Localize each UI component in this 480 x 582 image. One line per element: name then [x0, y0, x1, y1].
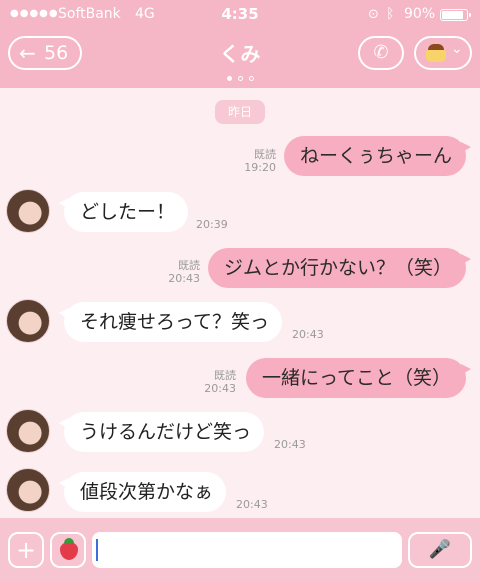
read-receipt: 既読: [254, 148, 276, 161]
read-receipt: 既読: [178, 259, 200, 272]
battery-percent: 90%: [404, 6, 436, 22]
avatar[interactable]: [6, 189, 50, 233]
message-bubble-received[interactable]: うけるんだけど笑っ: [59, 412, 264, 452]
message-bubble-received[interactable]: 値段次第かなぁ: [59, 472, 226, 512]
phone-icon: ✆: [373, 42, 389, 63]
avatar[interactable]: [6, 409, 50, 453]
chat-title: くみ: [219, 42, 261, 66]
read-receipt: 既読: [214, 369, 236, 382]
message-meta: 既読 20:43: [162, 259, 200, 285]
chat-area[interactable]: 昨日 既読 19:20 ねーくぅちゃーん どしたー！ 20:39 既読 20:4…: [0, 88, 480, 518]
plus-icon: +: [15, 536, 37, 564]
pudding-icon: [425, 44, 447, 64]
chevron-down-icon: ⌄: [451, 41, 463, 57]
message-bubble-sent[interactable]: ねーくぅちゃーん: [284, 136, 471, 176]
call-button[interactable]: ✆: [358, 36, 404, 70]
message-meta: 既読 20:43: [198, 369, 236, 395]
text-cursor: [96, 539, 98, 561]
message-time: 20:43: [274, 438, 306, 451]
microphone-icon: 🎤: [428, 539, 452, 560]
message-time: 20:43: [236, 498, 268, 511]
page-dot: [226, 76, 232, 81]
avatar[interactable]: [6, 299, 50, 343]
message-time: 20:39: [196, 218, 228, 231]
avatar[interactable]: [6, 468, 50, 512]
battery-icon: [440, 9, 471, 21]
message-bubble-received[interactable]: それ痩せろって？笑っ: [59, 302, 282, 342]
message-time: 20:43: [168, 272, 200, 285]
status-bar: ●●●●● SoftBank 4G 4:35 ⊙ ᛒ 90%: [0, 0, 480, 30]
message-bubble-sent[interactable]: ジムとか行かない？（笑）: [208, 248, 471, 288]
sticker-button[interactable]: [50, 532, 86, 568]
message-time: 20:43: [204, 382, 236, 395]
voice-message-button[interactable]: 🎤: [408, 532, 472, 568]
page-indicator: [0, 66, 480, 85]
message-time: 19:20: [244, 161, 276, 174]
date-separator: 昨日: [215, 100, 265, 124]
message-time: 20:43: [292, 328, 324, 341]
message-bubble-received[interactable]: どしたー！: [59, 192, 188, 232]
page-dot: [248, 76, 254, 81]
strawberry-icon: [60, 538, 78, 560]
header-bar: ●●●●● SoftBank 4G 4:35 ⊙ ᛒ 90% ← 56 くみ ✆…: [0, 0, 480, 88]
message-meta: 既読 19:20: [238, 148, 276, 174]
message-input[interactable]: [92, 532, 402, 568]
page-dot: [237, 76, 243, 81]
bluetooth-icon: ᛒ: [386, 6, 395, 22]
lock-rotation-icon: ⊙: [368, 7, 379, 22]
add-attachment-button[interactable]: +: [8, 532, 44, 568]
chat-menu-button[interactable]: ⌄: [414, 36, 472, 70]
message-input-bar: + 🎤: [0, 518, 480, 582]
message-bubble-sent[interactable]: 一緒にってこと（笑）: [246, 358, 471, 398]
